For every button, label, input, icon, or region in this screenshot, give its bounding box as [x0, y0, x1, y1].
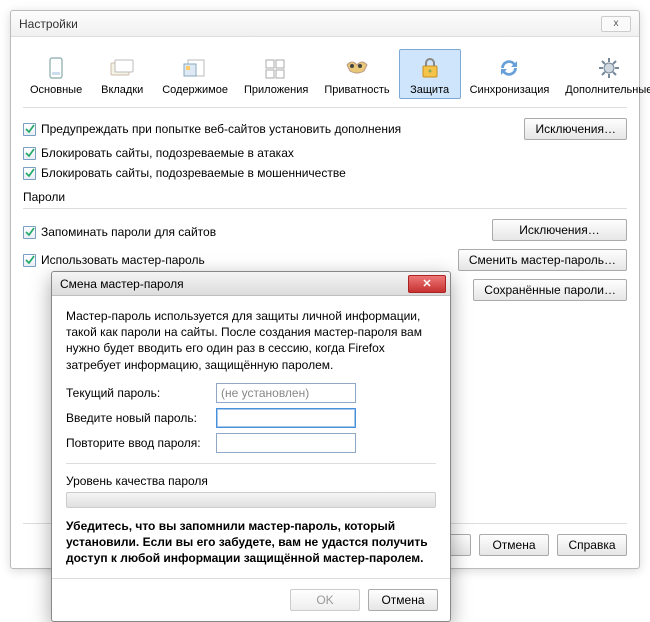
new-password-label: Введите новый пароль: — [66, 411, 216, 425]
content-icon — [162, 54, 228, 82]
dialog-ok-button[interactable]: OK — [290, 589, 360, 611]
category-toolbar: Основные Вкладки Содержимое Приложения П… — [23, 45, 627, 108]
tab-label: Основные — [30, 84, 82, 96]
checkbox-icon — [23, 167, 36, 180]
checkbox-label: Предупреждать при попытке веб-сайтов уст… — [41, 122, 401, 136]
checkbox-icon — [23, 254, 36, 267]
lock-icon — [406, 54, 454, 82]
dialog-description: Мастер-пароль используется для защиты ли… — [66, 308, 436, 373]
tab-tabs[interactable]: Вкладки — [91, 49, 153, 99]
sync-icon — [470, 54, 550, 82]
dialog-body: Мастер-пароль используется для защиты ли… — [52, 296, 450, 578]
checkbox-label: Блокировать сайты, подозреваемые в атака… — [41, 146, 294, 160]
quality-meter — [66, 492, 436, 508]
dialog-title: Смена мастер-пароля — [60, 277, 184, 291]
tab-advanced[interactable]: Дополнительные — [558, 49, 650, 99]
warn-install-checkbox[interactable]: Предупреждать при попытке веб-сайтов уст… — [23, 122, 401, 136]
tab-content[interactable]: Содержимое — [155, 49, 235, 99]
new-password-input[interactable] — [216, 408, 356, 428]
checkbox-icon — [23, 226, 36, 239]
passwords-title: Пароли — [23, 190, 627, 204]
titlebar: Настройки x — [11, 11, 639, 37]
dialog-close-button[interactable]: ✕ — [408, 275, 446, 293]
close-icon: ✕ — [422, 277, 431, 290]
block-attack-checkbox[interactable]: Блокировать сайты, подозреваемые в атака… — [23, 146, 294, 160]
tab-label: Приватность — [324, 84, 389, 96]
gear-icon — [565, 54, 650, 82]
passwords-exceptions-button[interactable]: Исключения… — [492, 219, 627, 241]
tab-privacy[interactable]: Приватность — [317, 49, 396, 99]
change-master-password-dialog: Смена мастер-пароля ✕ Мастер-пароль испо… — [51, 271, 451, 622]
window-title: Настройки — [19, 17, 78, 31]
checkbox-icon — [23, 147, 36, 160]
quality-meter-label: Уровень качества пароля — [66, 474, 436, 488]
tab-security[interactable]: Защита — [399, 49, 461, 99]
tabs-icon — [98, 54, 146, 82]
current-password-label: Текущий пароль: — [66, 386, 216, 400]
tab-general[interactable]: Основные — [23, 49, 89, 99]
applications-icon — [244, 54, 308, 82]
repeat-password-label: Повторите ввод пароля: — [66, 436, 216, 450]
help-button[interactable]: Справка — [557, 534, 627, 556]
current-password-input — [216, 383, 356, 403]
tab-label: Содержимое — [162, 84, 228, 96]
checkbox-label: Использовать мастер-пароль — [41, 253, 205, 267]
use-master-password-checkbox[interactable]: Использовать мастер-пароль — [23, 253, 205, 267]
general-icon — [30, 54, 82, 82]
tab-label: Защита — [406, 84, 454, 96]
dialog-cancel-button[interactable]: Отмена — [368, 589, 438, 611]
tab-label: Синхронизация — [470, 84, 550, 96]
repeat-password-input[interactable] — [216, 433, 356, 453]
addons-exceptions-button[interactable]: Исключения… — [524, 118, 627, 140]
close-icon: x — [614, 18, 619, 29]
checkbox-label: Запоминать пароли для сайтов — [41, 225, 216, 239]
block-fraud-checkbox[interactable]: Блокировать сайты, подозреваемые в мошен… — [23, 166, 346, 180]
privacy-icon — [324, 54, 389, 82]
addons-section: Предупреждать при попытке веб-сайтов уст… — [23, 118, 627, 180]
remember-passwords-checkbox[interactable]: Запоминать пароли для сайтов — [23, 225, 216, 239]
dialog-bottom-bar: OK Отмена — [52, 578, 450, 621]
change-master-password-button[interactable]: Сменить мастер-пароль… — [458, 249, 627, 271]
checkbox-label: Блокировать сайты, подозреваемые в мошен… — [41, 166, 346, 180]
settings-window: Настройки x Основные Вкладки Содержимое … — [10, 10, 640, 569]
cancel-button[interactable]: Отмена — [479, 534, 549, 556]
saved-passwords-button[interactable]: Сохранённые пароли… — [473, 279, 627, 301]
tab-label: Приложения — [244, 84, 308, 96]
close-button[interactable]: x — [601, 16, 631, 32]
dialog-warning: Убедитесь, что вы запомнили мастер-парол… — [66, 518, 436, 567]
tab-sync[interactable]: Синхронизация — [463, 49, 557, 99]
checkbox-icon — [23, 123, 36, 136]
tab-label: Вкладки — [98, 84, 146, 96]
dialog-titlebar: Смена мастер-пароля ✕ — [52, 272, 450, 296]
tab-label: Дополнительные — [565, 84, 650, 96]
tab-applications[interactable]: Приложения — [237, 49, 315, 99]
